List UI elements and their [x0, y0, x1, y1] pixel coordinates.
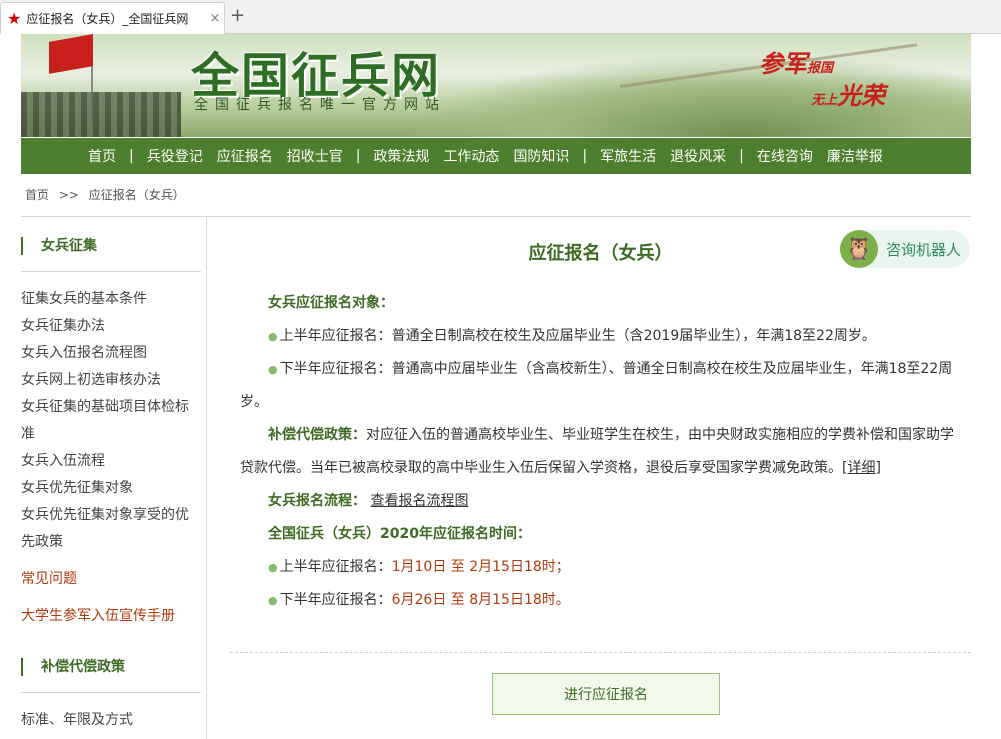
nav-separator: |	[739, 148, 744, 164]
sidebar-link-faq[interactable]: 常见问题	[21, 566, 206, 593]
nav-separator: |	[129, 148, 134, 164]
bullet-icon: ●	[268, 561, 278, 574]
sidebar-link[interactable]: 女兵优先征集对象	[21, 475, 206, 502]
sidebar-link[interactable]: 女兵征集办法	[21, 313, 206, 340]
main-nav: 首页 | 兵役登记 应征报名 招收士官 | 政策法规 工作动态 国防知识 | 军…	[21, 138, 971, 174]
new-tab-button[interactable]: +	[230, 6, 245, 26]
breadcrumb-home[interactable]: 首页	[25, 188, 49, 202]
section-heading: 补偿代偿政策：	[268, 427, 366, 443]
breadcrumb-current[interactable]: 应征报名（女兵）	[89, 188, 185, 202]
nav-defense[interactable]: 国防知识	[513, 146, 569, 166]
label: 下半年应征报名：	[279, 361, 392, 377]
process-flowchart-link[interactable]: 查看报名流程图	[370, 493, 468, 509]
sidebar: 女兵征集 征集女兵的基本条件 女兵征集办法 女兵入伍报名流程图 女兵网上初选审核…	[21, 217, 207, 739]
bullet-icon: ●	[268, 363, 278, 376]
browser-tab[interactable]: ★ 应征报名（女兵）_全国征兵网 ×	[0, 2, 225, 34]
date-range: 1月10日 至 2月15日18时；	[391, 559, 570, 575]
chatbot-label: 咨询机器人	[886, 240, 962, 259]
nav-enlist[interactable]: 应征报名	[217, 146, 273, 166]
sidebar-divider	[21, 692, 201, 693]
nav-policy[interactable]: 政策法规	[373, 146, 429, 166]
motto-line-2: 无上光荣	[811, 82, 886, 110]
section-heading: 女兵应征报名对象：	[268, 295, 394, 311]
label: 下半年应征报名：	[279, 592, 392, 608]
nav-home[interactable]: 首页	[88, 146, 116, 166]
sidebar-divider	[21, 271, 201, 272]
star-favicon-icon: ★	[7, 8, 22, 28]
section-heading: 女兵报名流程：	[268, 493, 366, 509]
honor-guard-graphic	[21, 92, 181, 137]
article-body: 女兵应征报名对象： ● 上半年应征报名：普通全日制高校在校生及应届毕业生（含201…	[240, 287, 960, 617]
site-banner: 全国征兵网 全国征兵报名唯一官方网站 参军报国 无上光荣	[21, 34, 971, 137]
breadcrumb: 首页 >> 应征报名（女兵）	[25, 186, 191, 203]
sidebar-link[interactable]: 女兵网上初选审核办法	[21, 367, 206, 394]
details-link[interactable]: [详细]	[842, 460, 881, 476]
nav-military-life[interactable]: 军旅生活	[600, 146, 656, 166]
label: 上半年应征报名：	[279, 328, 392, 344]
nav-nco[interactable]: 招收士官	[287, 146, 343, 166]
dashed-divider	[230, 652, 971, 653]
tab-title: 应征报名（女兵）_全国征兵网	[26, 12, 189, 26]
nav-report[interactable]: 廉洁举报	[827, 146, 883, 166]
sidebar-section-title: 女兵征集	[21, 217, 206, 271]
bullet-icon: ●	[268, 594, 278, 607]
sidebar-link[interactable]: 女兵优先征集对象享受的优先政策	[21, 502, 206, 556]
nav-news[interactable]: 工作动态	[443, 146, 499, 166]
nav-consult[interactable]: 在线咨询	[757, 146, 813, 166]
section-heading: 全国征兵（女兵）2020年应征报名时间：	[268, 526, 531, 542]
page: 全国征兵网 全国征兵报名唯一官方网站 参军报国 无上光荣 首页 | 兵役登记 应…	[0, 34, 1001, 739]
sidebar-section-title: 补偿代偿政策	[21, 638, 206, 692]
text: 普通全日制高校在校生及应届毕业生（含2019届毕业生），年满18至22周岁。	[391, 328, 876, 344]
nav-separator: |	[582, 148, 588, 164]
site-slogan: 全国征兵报名唯一官方网站	[194, 97, 446, 113]
motto-line-1: 参军报国	[759, 50, 834, 78]
chatbot-button[interactable]: 🦉 咨询机器人	[840, 230, 970, 268]
breadcrumb-separator: >>	[58, 188, 79, 202]
nav-veterans[interactable]: 退役风采	[670, 146, 726, 166]
bullet-icon: ●	[268, 330, 278, 343]
nav-separator: |	[355, 148, 361, 164]
browser-tab-bar: ★ 应征报名（女兵）_全国征兵网 × +	[0, 0, 1001, 34]
sidebar-link[interactable]: 女兵入伍流程	[21, 448, 206, 475]
label: 上半年应征报名：	[279, 559, 392, 575]
sidebar-link[interactable]: 女兵征集的基础项目体检标准	[21, 394, 206, 448]
apply-button[interactable]: 进行应征报名	[492, 673, 720, 715]
nav-registration[interactable]: 兵役登记	[147, 146, 203, 166]
date-range: 6月26日 至 8月15日18时。	[391, 592, 570, 608]
owl-robot-icon: 🦉	[840, 230, 878, 268]
sidebar-link[interactable]: 标准、年限及方式	[21, 707, 206, 734]
close-tab-icon[interactable]: ×	[206, 11, 224, 26]
flag-graphic	[49, 34, 93, 74]
sidebar-link-handbook[interactable]: 大学生参军入伍宣传手册	[21, 603, 206, 630]
sidebar-link[interactable]: 女兵入伍报名流程图	[21, 340, 206, 367]
sidebar-link[interactable]: 征集女兵的基本条件	[21, 286, 206, 313]
